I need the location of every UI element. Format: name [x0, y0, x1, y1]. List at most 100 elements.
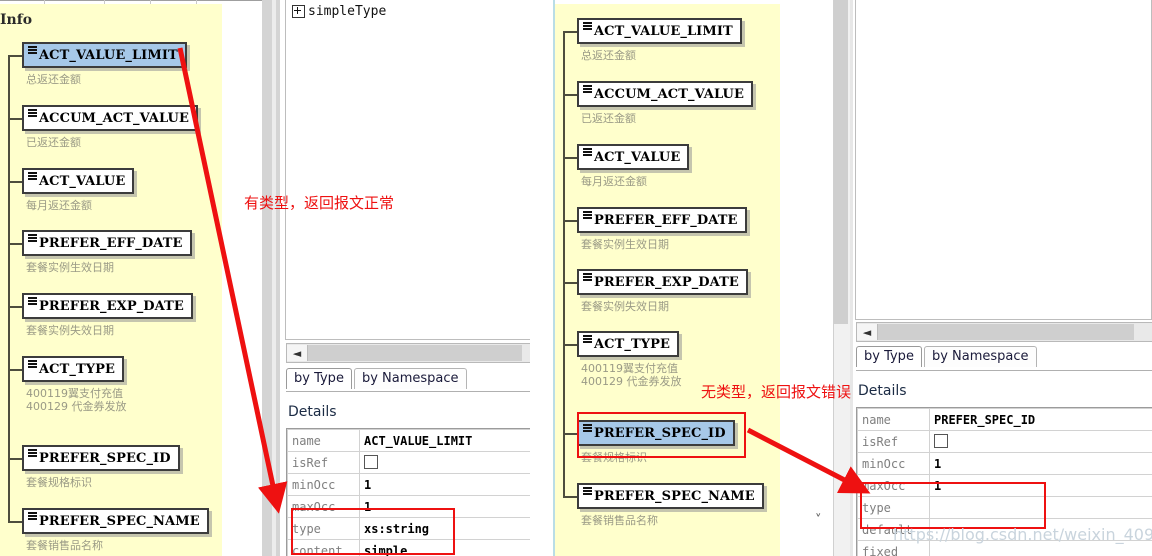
details-row[interactable]: isRef [287, 451, 543, 474]
details-row[interactable]: name PREFER_SPEC_ID [857, 408, 1152, 431]
tree-node[interactable]: PREFER_SPEC_ID [22, 445, 180, 471]
tree-node-description: 总返还金额 [26, 73, 81, 86]
details-row-value[interactable]: 1 [929, 452, 1152, 475]
tree-node-selected[interactable]: PREFER_SPEC_ID [577, 420, 735, 446]
details-row[interactable]: name ACT_VALUE_LIMIT [287, 429, 543, 452]
tree-trunk [8, 55, 10, 521]
element-icon [28, 296, 37, 307]
tree-node-description: 每月返还金额 [581, 175, 647, 188]
details-row[interactable]: minOcc 1 [857, 452, 1152, 475]
details-row-value[interactable] [359, 451, 543, 474]
panel2-hscroll-left-arrow[interactable]: ◄ [287, 345, 308, 361]
panel2-tree-area[interactable] [285, 0, 543, 340]
tree-node-label: PREFER_EXP_DATE [594, 274, 739, 290]
panel1-right-margin [222, 4, 262, 556]
element-icon [28, 511, 37, 522]
details-row[interactable]: content simple [287, 539, 543, 556]
element-icon [28, 108, 37, 119]
element-icon [583, 486, 592, 497]
element-icon [583, 21, 592, 32]
tree-node-selected[interactable]: ACT_VALUE_LIMIT [22, 42, 187, 68]
details-row-value[interactable]: xs:string [359, 517, 543, 540]
panel4-tab-underline [856, 370, 1152, 371]
tree-node-description: 套餐规格标识 [581, 451, 647, 464]
tree-node[interactable]: ACT_TYPE [577, 331, 680, 357]
tab-by-type[interactable]: by Type [286, 368, 352, 389]
panel2-details-label: Details [288, 404, 337, 420]
isref-checkbox[interactable] [364, 455, 378, 469]
details-row-key: maxOcc [287, 495, 360, 518]
panel-left-tree: Info ACT_VALUE_LIMIT 总返还金额 ACCUM_ACT_VALUE… [0, 0, 262, 556]
details-row-key: isRef [287, 451, 360, 474]
element-icon [28, 448, 37, 459]
panel4-tree-area[interactable] [855, 0, 1152, 320]
details-row[interactable]: minOcc 1 [287, 473, 543, 496]
tree-branch [563, 220, 577, 222]
panel2-tree-item-label: simpleType [308, 4, 387, 19]
plus-box-icon[interactable] [292, 5, 305, 18]
tree-node[interactable]: PREFER_EXP_DATE [577, 269, 748, 295]
panel2-hscrollbar[interactable]: ◄ [286, 343, 542, 363]
panel2-details-table-wrap[interactable]: name ACT_VALUE_LIMIT isRef minOcc 1 maxOcc 1 ty… [286, 428, 544, 556]
tree-node[interactable]: ACCUM_ACT_VALUE [577, 81, 753, 107]
tree-node-description: 已返还金额 [26, 136, 81, 149]
panel4-tabs: by Type by Namespace [856, 346, 1039, 367]
element-icon [583, 334, 592, 345]
details-row-value[interactable]: ACT_VALUE_LIMIT [359, 429, 543, 452]
details-row-value[interactable] [929, 430, 1152, 453]
panel-type-details: simpleType ◄ by Type by Namespace Detail… [280, 0, 554, 556]
details-row-value[interactable]: 1 [929, 474, 1152, 497]
tab-by-namespace-right[interactable]: by Namespace [923, 346, 1037, 367]
tree-node-label: PREFER_SPEC_NAME [39, 513, 200, 529]
tree-node[interactable]: PREFER_SPEC_NAME [22, 508, 209, 534]
tree-branch [8, 306, 22, 308]
element-icon [28, 359, 37, 370]
tree-node[interactable]: PREFER_EFF_DATE [577, 207, 747, 233]
tab-by-type-right[interactable]: by Type [856, 346, 922, 367]
tree-trunk [563, 31, 565, 496]
splitter-1[interactable] [262, 0, 280, 556]
tree-node[interactable]: ACCUM_ACT_VALUE [22, 105, 198, 131]
details-row-key: isRef [857, 430, 930, 453]
tree-node-label: PREFER_EXP_DATE [39, 298, 184, 314]
panel2-hscroll-thumb[interactable] [308, 345, 522, 361]
tree-node[interactable]: PREFER_SPEC_NAME [577, 483, 764, 509]
tree-node[interactable]: PREFER_EXP_DATE [22, 293, 193, 319]
tree-node[interactable]: ACT_TYPE [22, 356, 125, 382]
tree-node[interactable]: ACT_VALUE_LIMIT [577, 18, 742, 44]
tab-by-namespace[interactable]: by Namespace [353, 368, 467, 389]
details-row[interactable]: isRef [857, 430, 1152, 453]
panel4-hscroll-thumb[interactable] [878, 324, 1134, 340]
tree-node-label: PREFER_SPEC_ID [594, 425, 726, 441]
details-row-value[interactable] [929, 496, 1152, 519]
details-row[interactable]: type [857, 496, 1152, 519]
element-icon [583, 147, 592, 158]
tree-node[interactable]: ACT_VALUE [22, 168, 135, 194]
panel3-tree-canvas-full[interactable]: ACT_VALUE_LIMIT 总返还金额 ACCUM_ACT_VALUE 已返还金额… [555, 4, 780, 556]
chevron-down-icon[interactable]: ˅ [815, 513, 822, 528]
details-row-key: minOcc [857, 452, 930, 475]
isref-checkbox[interactable] [934, 434, 948, 448]
tree-node[interactable]: PREFER_EFF_DATE [22, 230, 192, 256]
details-row-value[interactable]: PREFER_SPEC_ID [929, 408, 1152, 431]
tree-node-description: 套餐实例生效日期 [26, 261, 114, 274]
tree-branch [8, 521, 22, 523]
details-row-value[interactable]: 1 [359, 473, 543, 496]
panel-right-tree: ACT_VALUE_LIMIT 总返还金额 ACCUM_ACT_VALUE 已返还金额… [553, 0, 833, 556]
panel3-vscroll-track[interactable] [834, 0, 848, 324]
panel2-tree-item[interactable]: simpleType [292, 4, 386, 19]
details-row-value[interactable]: simple [359, 539, 543, 556]
watermark-text: https://blog.csdn.net/weixin_40916641 [893, 525, 1152, 544]
tree-node-description: 套餐规格标识 [26, 476, 92, 489]
splitter-2[interactable] [530, 0, 555, 556]
details-row-value[interactable]: 1 [359, 495, 543, 518]
tree-node[interactable]: ACT_VALUE [577, 144, 690, 170]
tree-node-description: 每月返还金额 [26, 199, 92, 212]
panel4-hscroll-left-arrow[interactable]: ◄ [857, 324, 878, 340]
details-row[interactable]: type xs:string [287, 517, 543, 540]
panel4-hscrollbar[interactable]: ◄ [856, 322, 1152, 342]
tree-node-label: ACCUM_ACT_VALUE [39, 110, 189, 126]
details-row[interactable]: maxOcc 1 [287, 495, 543, 518]
panel1-tree-canvas[interactable]: Info ACT_VALUE_LIMIT 总返还金额 ACCUM_ACT_VALUE… [0, 4, 222, 556]
details-row[interactable]: maxOcc 1 [857, 474, 1152, 497]
